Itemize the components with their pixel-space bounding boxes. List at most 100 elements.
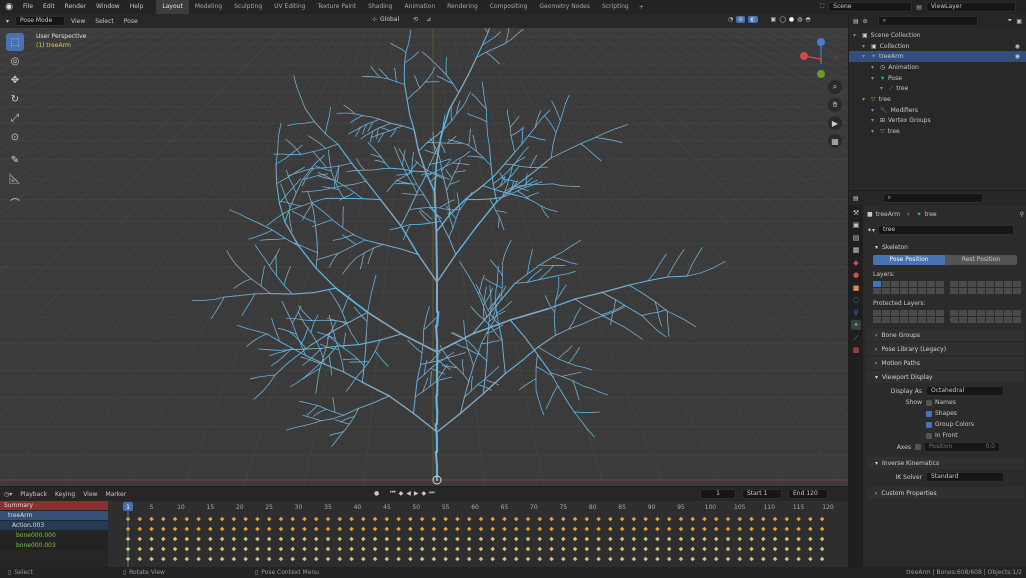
bone[interactable] [523, 146, 529, 153]
bone[interactable] [341, 305, 346, 313]
keyframe[interactable] [231, 546, 237, 552]
keyframe[interactable] [243, 546, 248, 552]
keyframe[interactable] [525, 546, 531, 552]
keyframe[interactable] [255, 536, 260, 542]
bone[interactable] [286, 427, 295, 431]
bone[interactable] [341, 268, 347, 275]
layer-toggle[interactable] [900, 281, 908, 287]
bone[interactable] [332, 414, 344, 420]
keyframe[interactable] [419, 546, 425, 552]
workspace-tab-geometry-nodes[interactable]: Geometry Nodes [533, 0, 596, 14]
keyframe[interactable] [208, 516, 213, 522]
layer-toggle[interactable] [977, 281, 985, 287]
expand-arrow-icon[interactable]: ▾ [880, 85, 886, 92]
bone[interactable] [355, 370, 363, 378]
bone[interactable] [372, 168, 382, 171]
bone[interactable] [451, 222, 454, 229]
bone[interactable] [389, 227, 398, 230]
keyframe[interactable] [572, 546, 578, 552]
keyframe[interactable] [419, 536, 425, 542]
channel-row[interactable]: bone000.000 [0, 531, 108, 540]
keyframe[interactable] [725, 536, 731, 542]
keyframe[interactable] [337, 556, 343, 562]
bone[interactable] [313, 211, 316, 223]
bone[interactable] [512, 169, 517, 175]
overlay-icon[interactable]: ◐ [748, 16, 758, 23]
bone[interactable] [511, 180, 518, 183]
bone[interactable] [302, 359, 310, 366]
layer-toggle[interactable] [909, 310, 917, 316]
bone[interactable] [452, 218, 457, 229]
keyframe[interactable] [513, 526, 519, 532]
keyframe[interactable] [490, 516, 495, 522]
bone[interactable] [277, 327, 285, 331]
scene-selector[interactable]: Scene [828, 2, 913, 12]
keyframe[interactable] [713, 536, 719, 542]
solid-shading-icon[interactable]: ● [789, 16, 794, 23]
bone[interactable] [537, 346, 549, 354]
bone[interactable] [310, 408, 315, 413]
bone[interactable] [333, 432, 340, 435]
bone[interactable] [334, 411, 344, 416]
layer-toggle[interactable] [995, 317, 1003, 323]
bone[interactable] [325, 213, 333, 221]
bone[interactable] [347, 107, 352, 111]
layer-toggle[interactable] [986, 288, 994, 294]
keyframe[interactable] [161, 536, 166, 542]
bone[interactable] [458, 351, 466, 355]
bone[interactable] [312, 150, 318, 158]
bone[interactable] [266, 219, 275, 227]
keyframe[interactable] [325, 526, 331, 532]
menu-file[interactable]: File [18, 0, 38, 14]
keyframe[interactable] [172, 526, 178, 532]
bone[interactable] [467, 57, 478, 76]
keyframe[interactable] [361, 516, 366, 522]
bone[interactable] [361, 361, 370, 372]
bone[interactable] [389, 133, 394, 138]
bone[interactable] [485, 47, 497, 53]
visibility-eye-icon[interactable]: ◉ [1015, 43, 1020, 50]
keyframe[interactable] [655, 516, 660, 522]
keyframe[interactable] [761, 516, 766, 522]
keyframe[interactable] [819, 536, 825, 542]
bone[interactable] [487, 28, 492, 34]
bone[interactable] [249, 376, 259, 380]
bone[interactable] [274, 363, 287, 376]
keyframe[interactable] [278, 536, 284, 542]
bone[interactable] [342, 227, 354, 235]
keyframe[interactable] [537, 546, 543, 552]
keyframe[interactable] [713, 516, 719, 522]
bone[interactable] [495, 301, 497, 314]
keyframe[interactable] [655, 526, 660, 532]
bone[interactable] [373, 274, 377, 284]
group-colors-checkbox[interactable] [926, 421, 932, 428]
bone[interactable] [712, 261, 726, 269]
keyframe[interactable] [161, 526, 166, 532]
keyframe[interactable] [643, 516, 648, 522]
layer-toggle[interactable] [918, 310, 926, 316]
keyframe[interactable] [125, 556, 131, 562]
bone[interactable] [286, 199, 291, 208]
bone[interactable] [285, 272, 289, 280]
keyframe[interactable] [208, 546, 213, 552]
bone[interactable] [379, 333, 402, 341]
outliner-editor-icon[interactable]: ▤ [853, 18, 859, 25]
bone[interactable] [367, 141, 372, 147]
bone[interactable] [432, 355, 438, 360]
play-reverse-icon[interactable]: ◀ [406, 490, 411, 497]
bone[interactable] [417, 253, 438, 283]
bone[interactable] [520, 192, 526, 197]
keyframe[interactable] [443, 516, 448, 522]
bone[interactable] [278, 202, 286, 223]
bone[interactable] [287, 172, 297, 177]
bone[interactable] [463, 268, 470, 277]
keyframe[interactable] [219, 536, 225, 542]
keyframe[interactable] [808, 516, 813, 522]
bone[interactable] [346, 170, 354, 173]
bone[interactable] [382, 243, 402, 250]
bone[interactable] [446, 366, 453, 368]
keyframe[interactable] [631, 526, 637, 532]
bone[interactable] [501, 305, 508, 311]
bone[interactable] [557, 354, 564, 360]
keyframe[interactable] [643, 526, 648, 532]
